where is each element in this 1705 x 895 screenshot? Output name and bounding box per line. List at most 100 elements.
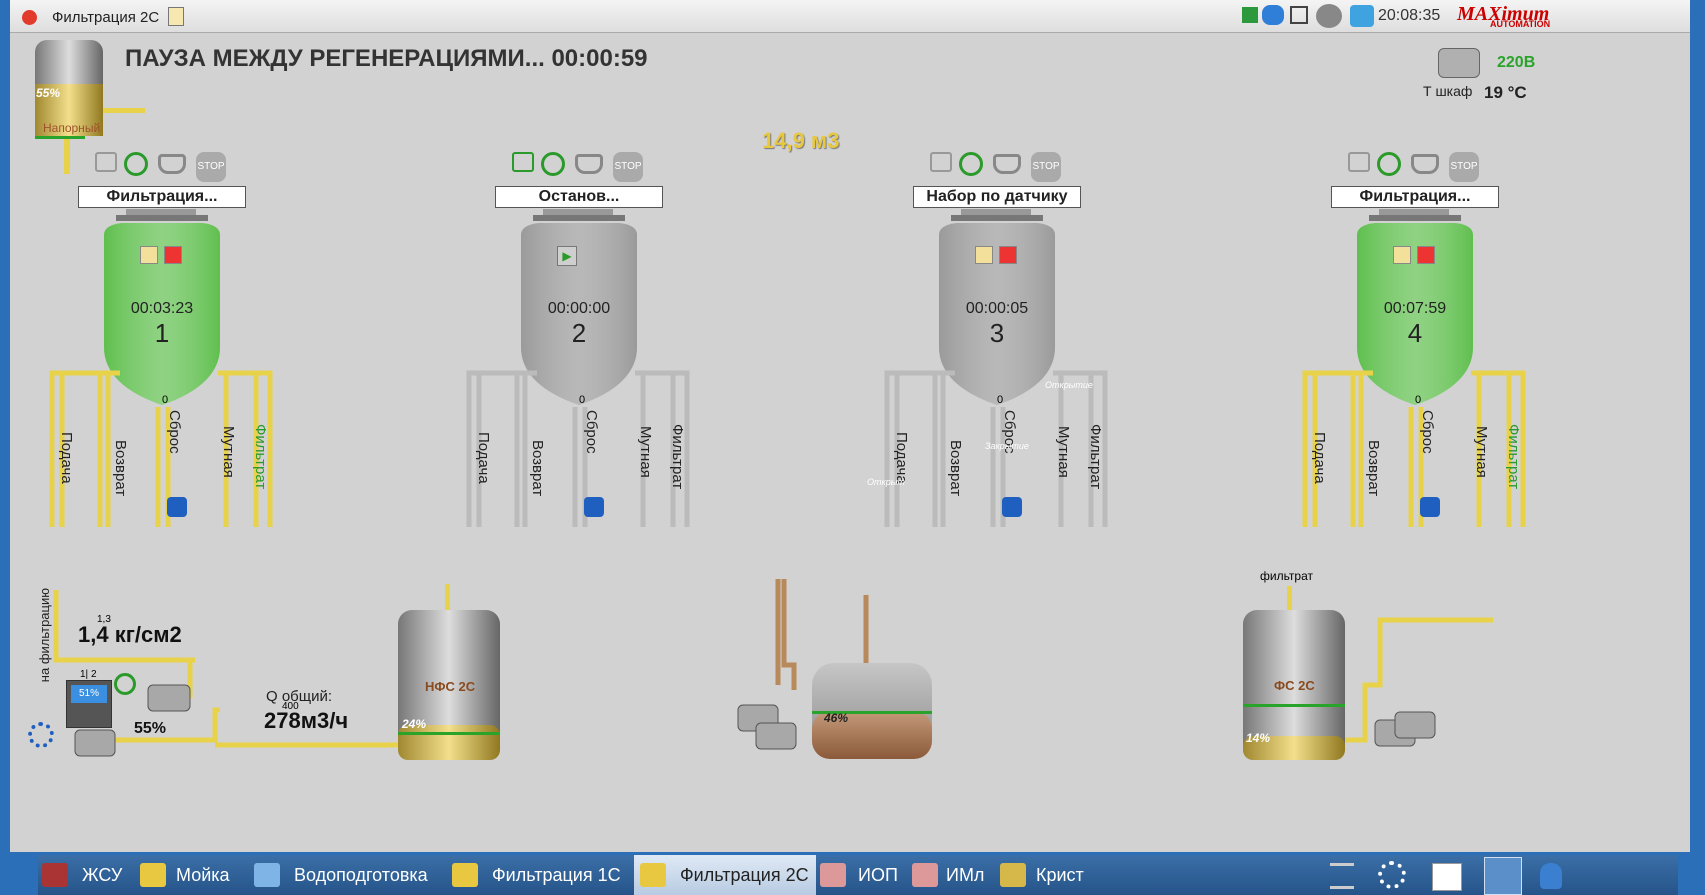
tray-user-icon[interactable] xyxy=(1316,4,1342,28)
total-volume: 14,9 м3 xyxy=(762,128,840,153)
fs-tank-level: 14% xyxy=(1246,731,1271,745)
app-window: Фильтрация 2С 20:08:35 MAXimum AUTOMATIO… xyxy=(10,0,1690,852)
turbid-label: Мутная xyxy=(1055,426,1072,478)
task-filtration-1c[interactable]: Фильтрация 1С xyxy=(452,855,632,895)
return-label: Возврат xyxy=(947,440,964,497)
lock-icon[interactable] xyxy=(512,152,534,172)
tray-chat-icon[interactable] xyxy=(1262,5,1284,25)
turbid-label: Мутная xyxy=(637,426,654,478)
nfs-tank-level: 24% xyxy=(402,717,427,731)
cabinet-temp-label: Т шкаф xyxy=(1423,83,1473,99)
play-button[interactable]: ▶ xyxy=(557,246,577,266)
timer-icon[interactable] xyxy=(541,152,565,176)
filter-number: 1 xyxy=(154,318,170,348)
cup-icon[interactable] xyxy=(1411,154,1439,174)
pause-icon[interactable] xyxy=(975,246,993,264)
pause-stop-controls[interactable] xyxy=(140,246,182,269)
menu-icon[interactable] xyxy=(1330,863,1354,889)
filter-status: Фильтрация... xyxy=(1331,186,1499,208)
task-iop[interactable]: ИОП xyxy=(820,855,904,895)
cabinet-temp: 19 °C xyxy=(1484,83,1527,102)
tray-plus-icon[interactable] xyxy=(1242,7,1258,23)
task-moika[interactable]: Мойка xyxy=(140,855,250,895)
pause-stop-controls[interactable] xyxy=(1393,246,1435,269)
flow-value: 278м3/ч xyxy=(264,708,349,733)
turbid-label: Мутная xyxy=(220,426,237,478)
stop-icon[interactable]: STOP xyxy=(1449,152,1479,182)
filter-timer: 00:00:00 xyxy=(547,300,611,317)
pause-icon[interactable] xyxy=(1393,246,1411,264)
task-krist[interactable]: Крист xyxy=(1000,855,1100,895)
feed-label: Подача xyxy=(58,432,75,484)
iop-icon xyxy=(820,863,846,887)
pump-selection: 1| 2 xyxy=(80,669,97,680)
filter-level: 0 xyxy=(1415,394,1422,406)
stop-icon[interactable]: STOP xyxy=(613,152,643,182)
feed-label: Подача xyxy=(893,432,910,484)
touch-icon[interactable] xyxy=(1540,863,1562,889)
task-filtration-2c[interactable]: Фильтрация 2С xyxy=(634,855,816,895)
pressure-tank-level: 55% xyxy=(36,86,61,100)
lock-icon[interactable] xyxy=(930,152,952,172)
filter-status: Останов... xyxy=(495,186,663,208)
chart-icon[interactable] xyxy=(1432,863,1462,891)
drain-label: Сброс xyxy=(166,410,183,454)
settings-gear-icon[interactable] xyxy=(28,722,54,748)
tray-network-icon[interactable] xyxy=(1290,6,1308,24)
filter-level: 0 xyxy=(162,394,169,406)
close-icon[interactable] xyxy=(22,10,37,25)
task-label: Водоподготовка xyxy=(294,865,428,885)
stop-square-icon[interactable] xyxy=(164,246,182,264)
return-label: Возврат xyxy=(1365,440,1382,497)
filter-status: Фильтрация... xyxy=(78,186,246,208)
task-iml[interactable]: ИМл xyxy=(912,855,996,895)
filter-level: 0 xyxy=(997,394,1004,406)
nfs-tank[interactable] xyxy=(390,580,510,765)
stop-square-icon[interactable] xyxy=(1417,246,1435,264)
drain-label: Сброс xyxy=(1419,410,1436,454)
pump-speed: 55% xyxy=(134,720,167,737)
lock-icon[interactable] xyxy=(95,152,117,172)
valve-state-note: Открыт xyxy=(867,477,905,487)
task-water[interactable]: Водоподготовка xyxy=(254,855,444,895)
filtration-1c-icon xyxy=(452,863,478,887)
lock-icon[interactable] xyxy=(1348,152,1370,172)
return-label: Возврат xyxy=(529,440,546,497)
clock: 20:08:35 xyxy=(1378,7,1441,24)
timer-icon[interactable] xyxy=(959,152,983,176)
timer-icon[interactable] xyxy=(1377,152,1401,176)
engineer-icon[interactable] xyxy=(1484,857,1522,895)
fs-tank[interactable] xyxy=(1235,580,1505,765)
voltage-value: 220В xyxy=(1497,54,1536,71)
cup-icon[interactable] xyxy=(993,154,1021,174)
task-label: Фильтрация 2С xyxy=(680,865,809,885)
pause-stop-controls[interactable] xyxy=(975,246,1017,269)
stop-square-icon[interactable] xyxy=(999,246,1017,264)
task-label: ИОП xyxy=(858,865,898,885)
task-label: ИМл xyxy=(946,865,985,885)
turbid-label: Мутная xyxy=(1473,426,1490,478)
filter-status: Набор по датчику xyxy=(913,186,1081,208)
settings-icon[interactable] xyxy=(1378,861,1406,889)
task-label: ЖСУ xyxy=(82,865,123,885)
water-icon xyxy=(254,863,280,887)
filtrate-label: Фильтрат xyxy=(252,424,269,490)
moika-icon xyxy=(140,863,166,887)
timer-icon[interactable] xyxy=(124,152,148,176)
tray-telegram-icon[interactable] xyxy=(1350,5,1374,27)
task-zhsu[interactable]: ЖСУ xyxy=(42,855,136,895)
play-icon[interactable]: ▶ xyxy=(557,246,577,266)
middle-tank[interactable] xyxy=(732,575,942,765)
cup-icon[interactable] xyxy=(158,154,186,174)
document-icon[interactable] xyxy=(168,7,184,26)
pause-icon[interactable] xyxy=(140,246,158,264)
stop-icon[interactable]: STOP xyxy=(1031,152,1061,182)
cup-icon[interactable] xyxy=(575,154,603,174)
window-title: Фильтрация 2С xyxy=(52,9,160,26)
filter-vessel[interactable] xyxy=(459,207,699,537)
nfs-tank-label: НФС 2С xyxy=(425,679,476,694)
recycle-icon[interactable] xyxy=(114,673,136,695)
drive-panel[interactable]: 51% xyxy=(66,680,112,728)
stop-icon[interactable]: STOP xyxy=(196,152,226,182)
to-filtration-label: на фильтрацию xyxy=(37,588,52,683)
